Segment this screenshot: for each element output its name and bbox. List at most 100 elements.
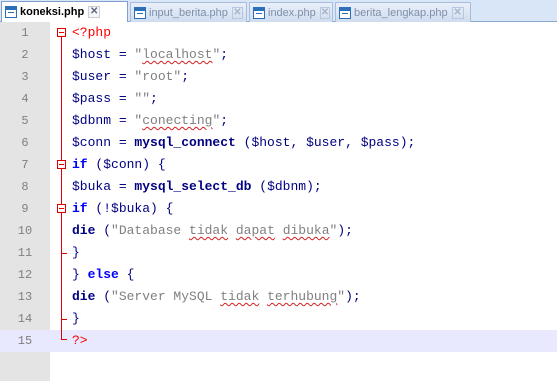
string-word: tidak [220,289,260,304]
paren: ( [87,157,104,172]
line-number: 12 [17,268,33,282]
variable: $host [251,135,291,150]
paren: ( [95,289,112,304]
tab-index[interactable]: index.php ✕ [249,2,333,22]
paren: (! [87,201,112,216]
tab-koneksi[interactable]: koneksi.php ✕ [1,1,128,22]
file-icon [134,6,146,19]
line-number: 3 [21,70,29,84]
function-name: die [72,289,96,304]
paren: ) { [150,201,174,216]
comma: , [290,135,307,150]
file-icon [339,6,351,19]
fold-end-marker [61,319,67,320]
line-number: 11 [17,246,33,260]
tab-bar: koneksi.php ✕ input_berita.php ✕ index.p… [0,0,557,22]
line-number: 2 [21,48,29,62]
code-line: die ("Server MySQL tidak terhubung"); [72,286,361,308]
string-word: tidak [189,223,229,238]
string-word: terhubung [267,289,338,304]
keyword: if [72,201,88,216]
string: "Database [111,223,190,238]
line-number: 10 [17,224,33,238]
php-close-tag: ?> [72,333,88,348]
paren: ); [337,223,353,238]
paren: ( [235,135,252,150]
close-icon[interactable]: ✕ [231,6,243,19]
string [228,223,236,238]
close-icon[interactable]: ✕ [451,6,464,19]
line-number: 7 [21,158,29,172]
string-word: dibuka [282,223,330,238]
line-number: 14 [17,312,33,326]
string [275,223,283,238]
paren: ); [345,289,361,304]
brace: } [72,245,80,260]
tab-berita-lengkap[interactable]: berita_lengkap.php ✕ [335,2,471,22]
fold-collapse-icon[interactable] [57,160,66,169]
keyword: else [87,267,119,282]
line-number: 5 [21,114,29,128]
variable: $conn [103,157,143,172]
fold-collapse-icon[interactable] [57,204,66,213]
code-line: $pass = ""; [72,88,158,110]
variable: $host [72,47,112,62]
variable: $buka [111,201,151,216]
operator: = [111,113,135,128]
function-name: mysql_connect [134,135,236,150]
code-line: die ("Database tidak dapat dibuka"); [72,220,353,242]
close-icon[interactable]: ✕ [88,6,101,18]
paren: ); [306,179,322,194]
variable: $pass [72,91,112,106]
comma: , [345,135,361,150]
line-number: 4 [21,92,29,106]
variable: $user [72,69,112,84]
operator: = [111,69,135,84]
semicolon: ; [220,47,229,62]
function-name: mysql_select_db [134,179,252,194]
fold-collapse-icon[interactable] [57,28,66,37]
line-number: 8 [21,180,29,194]
operator: = [111,135,135,150]
line-number: 13 [17,290,33,304]
string: "Server MySQL [111,289,221,304]
variable: $dbnm [267,179,307,194]
variable: $user [306,135,346,150]
string-word: conecting [142,113,213,128]
file-icon [5,6,17,18]
tab-label: koneksi.php [20,6,85,18]
variable: $dbnm [72,113,112,128]
operator: = [111,91,135,106]
close-icon[interactable]: ✕ [319,6,331,19]
code-line: <?php [72,22,111,44]
tab-input-berita[interactable]: input_berita.php ✕ [130,2,247,22]
tab-label: index.php [268,6,316,19]
keyword: if [72,157,88,172]
file-icon [253,6,265,19]
line-number: 9 [21,202,29,216]
string: "root" [134,69,182,84]
code-editor[interactable]: 1 2 3 4 5 6 7 8 9 10 11 12 13 14 15 <?ph… [0,22,557,381]
fold-end-marker [61,339,67,340]
string [259,289,267,304]
semicolon: ; [150,91,158,106]
semicolon: ; [181,69,190,84]
paren: ) { [142,157,166,172]
code-line: $buka = mysql_select_db ($dbnm); [72,176,322,198]
variable: $pass [360,135,400,150]
tab-label: input_berita.php [149,6,228,19]
brace: } [72,267,88,282]
code-line: ?> [72,330,88,352]
code-line: } [72,242,80,264]
tab-label: berita_lengkap.php [354,6,448,19]
code-line: $conn = mysql_connect ($host, $user, $pa… [72,132,415,154]
php-open-tag: <?php [72,25,112,40]
code-line: $dbnm = "conecting"; [72,110,228,132]
paren: ( [95,223,112,238]
brace: } [72,311,80,326]
operator: = [111,179,135,194]
paren: ); [399,135,416,150]
line-number: 6 [21,136,29,150]
fold-guide-line [61,37,62,339]
operator: = [111,47,135,62]
